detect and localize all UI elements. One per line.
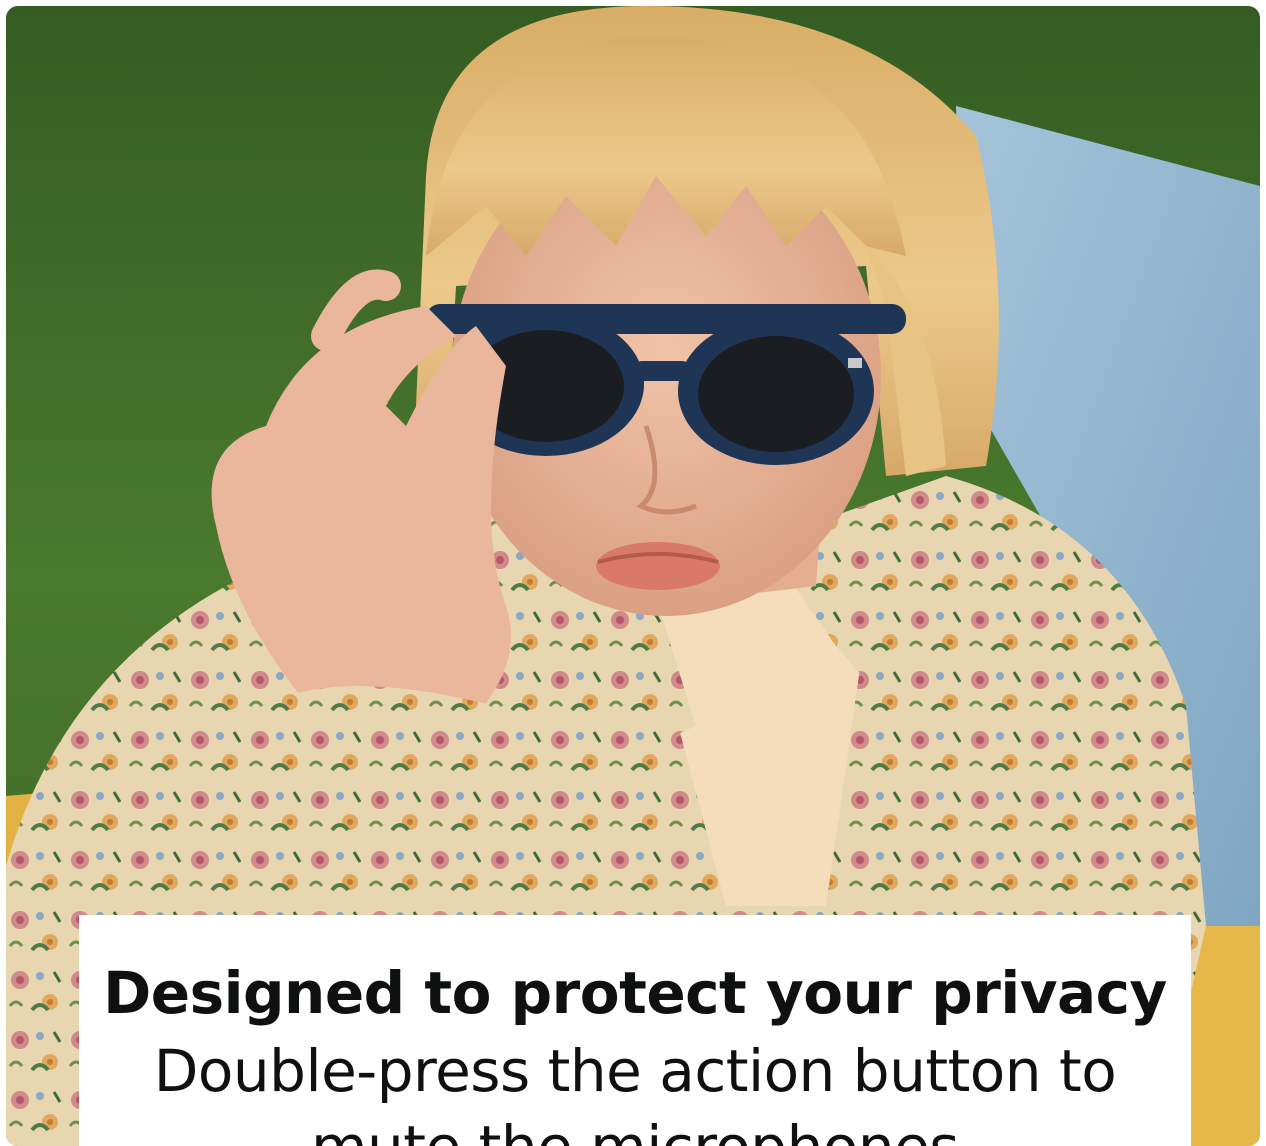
- caption-panel: Designed to protect your privacy Double-…: [79, 915, 1191, 1146]
- caption-body: Double-press the action button to mute t…: [153, 1037, 1117, 1146]
- product-image-frame: Designed to protect your privacy Double-…: [6, 6, 1260, 1146]
- caption-headline: Designed to protect your privacy: [103, 959, 1167, 1027]
